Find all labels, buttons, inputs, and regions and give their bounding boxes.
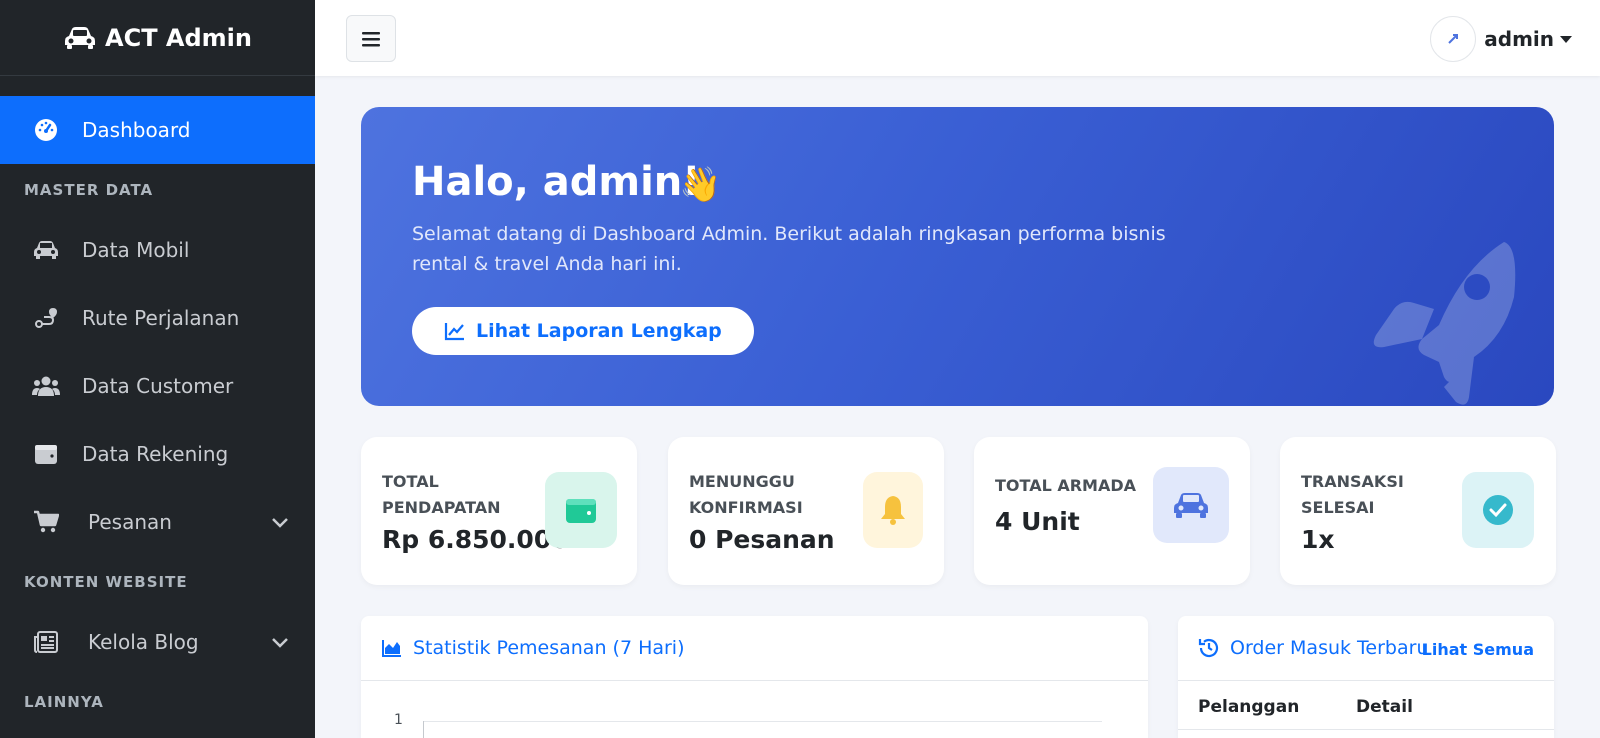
sidebar-item-label: Data Mobil [82,238,190,262]
stat-label: MENUNGGU KONFIRMASI [689,472,803,517]
chart-line-icon [444,323,464,341]
section-master-data: MASTER DATA [24,181,154,199]
stat-value: 0 Pesanan [689,525,835,554]
stat-card-transaksi-selesai: TRANSAKSI SELESAI 1x [1280,437,1556,585]
y-axis-tick: 1 [394,712,403,728]
gauge-icon [32,116,60,144]
stat-value: 1x [1301,525,1335,554]
latest-orders-panel: Order Masuk Terbaru Lihat Semua Pelangga… [1178,616,1554,738]
user-menu[interactable]: admin [1430,16,1572,62]
hero-subtitle: Selamat datang di Dashboard Admin. Berik… [412,223,1166,275]
stat-label: TOTAL PENDAPATAN [382,472,501,517]
y-axis-line [423,721,424,738]
panel-title: Order Masuk Terbaru [1230,637,1429,659]
route-icon [32,304,60,332]
car-icon [1153,467,1229,543]
welcome-banner: Halo, admin! 👋 Selamat datang di Dashboa… [361,107,1554,406]
brand-name: ACT Admin [105,23,252,52]
sidebar-item-data-rekening[interactable]: Data Rekening [0,420,315,488]
hamburger-icon [362,31,380,46]
history-icon [1198,638,1219,658]
grid-line [423,721,1102,722]
sidebar-item-data-customer[interactable]: Data Customer [0,352,315,420]
view-report-label: Lihat Laporan Lengkap [476,320,722,342]
car-icon [65,26,95,49]
user-name: admin [1484,27,1554,51]
stat-label: TRANSAKSI SELESAI [1301,472,1404,517]
bell-icon [863,472,923,548]
sidebar-item-label: Pesanan [88,510,172,534]
brand[interactable]: ACT Admin [0,0,315,76]
sidebar-toggle-button[interactable] [346,15,396,62]
view-report-button[interactable]: Lihat Laporan Lengkap [412,307,754,355]
sidebar-item-label: Dashboard [82,118,191,142]
panel-header: Statistik Pemesanan (7 Hari) [361,616,1148,681]
stat-card-total-armada: TOTAL ARMADA 4 Unit [974,437,1250,585]
hero-title: Halo, admin! [412,159,701,205]
column-header-pelanggan: Pelanggan [1198,697,1300,717]
stat-value: 4 Unit [995,507,1080,536]
sidebar-item-data-mobil[interactable]: Data Mobil [0,216,315,284]
sidebar-item-pesanan[interactable]: Pesanan [0,488,315,556]
stat-value: Rp 6.850.000 [382,525,569,554]
sidebar-item-label: Kelola Blog [88,630,199,654]
car-icon [32,236,60,264]
sidebar: ACT Admin Dashboard MASTER DATA Data Mob… [0,0,315,738]
cart-icon [32,508,60,536]
avatar [1430,16,1477,62]
column-header-detail: Detail [1356,697,1413,717]
chevron-down-icon [271,510,289,534]
wave-icon: 👋 [679,165,722,205]
rocket-icon [1373,242,1516,405]
wallet-icon [32,440,60,468]
section-lainnya: LAINNYA [24,693,104,711]
topbar: admin [315,0,1600,76]
check-circle-icon [1462,472,1534,548]
chevron-down-icon [271,630,289,654]
stat-card-total-pendapatan: TOTAL PENDAPATAN Rp 6.850.000 [361,437,637,585]
sidebar-item-label: Data Rekening [82,442,229,466]
sidebar-item-kelola-blog[interactable]: Kelola Blog [0,608,315,676]
sidebar-item-label: Rute Perjalanan [82,306,240,330]
wallet-icon [545,472,617,548]
sidebar-item-rute-perjalanan[interactable]: Rute Perjalanan [0,284,315,352]
see-all-link[interactable]: Lihat Semua [1422,640,1534,659]
booking-stats-panel: Statistik Pemesanan (7 Hari) 1 [361,616,1148,738]
caret-down-icon [1560,35,1572,43]
stat-card-menunggu-konfirmasi: MENUNGGU KONFIRMASI 0 Pesanan [668,437,944,585]
table-divider [1178,729,1554,730]
chart-area-icon [382,640,401,657]
section-konten-website: KONTEN WEBSITE [24,573,188,591]
users-icon [32,372,60,400]
sidebar-item-dashboard[interactable]: Dashboard [0,96,315,164]
panel-title: Statistik Pemesanan (7 Hari) [413,637,685,659]
stat-label: TOTAL ARMADA [995,476,1137,495]
sidebar-item-label: Data Customer [82,374,234,398]
newspaper-icon [32,628,60,656]
